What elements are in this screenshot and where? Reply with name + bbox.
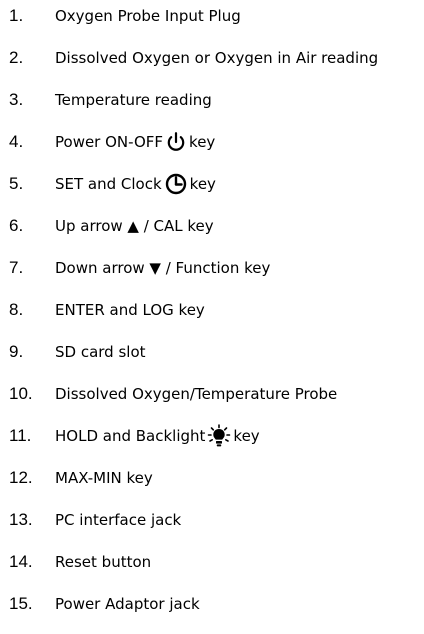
item-label: Power ON-OFF key [55,127,215,157]
list-item: 12. MAX-MIN key [0,463,424,493]
list-item: 3. Temperature reading [0,85,424,115]
list-item: 1. Oxygen Probe Input Plug [0,1,424,31]
item-label-before: SET and Clock [55,175,162,193]
item-label: PC interface jack [55,511,182,529]
item-label: Dissolved Oxygen or Oxygen in Air readin… [55,49,379,67]
item-label: Up arrow ▲ / CAL key [55,217,214,235]
item-label-after: key [189,175,216,193]
item-label: SD card slot [55,343,146,361]
item-label: Temperature reading [55,91,212,109]
item-label: Power Adaptor jack [55,595,200,613]
item-number: 7. [9,258,24,277]
item-label: Reset button [55,553,152,571]
item-number: 5. [9,174,24,193]
item-number: 2. [9,48,24,67]
item-label-before: HOLD and Backlight [55,427,206,445]
item-label: MAX-MIN key [55,469,153,487]
list-item: 7. Down arrow ▼ / Function key [0,253,424,283]
list-item: 2. Dissolved Oxygen or Oxygen in Air rea… [0,43,424,73]
item-label-after: key [233,427,260,445]
item-label-before: Power ON-OFF [55,133,164,151]
power-icon [165,131,187,153]
item-label: SET and Clock key [55,169,216,199]
list-item: 9. SD card slot [0,337,424,367]
list-item: 5. SET and Clock key [0,169,424,199]
list-item: 8. ENTER and LOG key [0,295,424,325]
parts-legend-list: 1. Oxygen Probe Input Plug 2. Dissolved … [0,0,424,634]
item-label: Down arrow ▼ / Function key [55,259,271,277]
item-label: Oxygen Probe Input Plug [55,7,241,25]
item-number: 8. [9,300,24,319]
list-item: 13. PC interface jack [0,505,424,535]
item-number: 3. [9,90,24,109]
item-label-after: key [189,133,216,151]
item-label: Dissolved Oxygen/Temperature Probe [55,385,338,403]
list-item: 6. Up arrow ▲ / CAL key [0,211,424,241]
item-number: 10. [9,384,33,403]
item-label: ENTER and LOG key [55,301,205,319]
list-item: 14. Reset button [0,547,424,577]
item-number: 15. [9,594,33,613]
item-number: 1. [9,6,24,25]
item-number: 13. [9,510,33,529]
item-number: 14. [9,552,33,571]
list-item: 4. Power ON-OFF key [0,127,424,157]
item-number: 6. [9,216,24,235]
backlight-bulb-icon [207,424,231,448]
list-item: 10. Dissolved Oxygen/Temperature Probe [0,379,424,409]
item-number: 12. [9,468,33,487]
item-label: HOLD and Backlight key [55,421,260,451]
list-item: 11. HOLD and Backlight key [0,421,424,451]
list-item: 15. Power Adaptor jack [0,589,424,619]
clock-icon [164,172,188,196]
item-number: 4. [9,132,24,151]
item-number: 9. [9,342,24,361]
item-number: 11. [9,426,32,445]
